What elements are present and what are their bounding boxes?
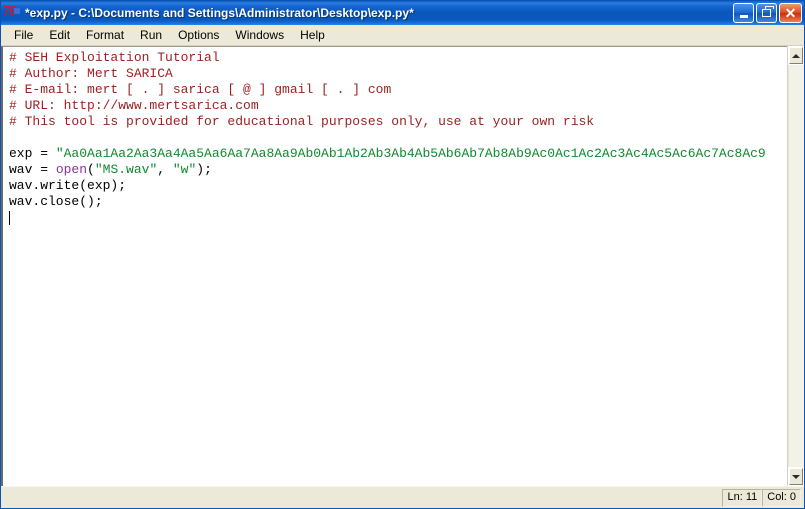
code-statement: wav.write(exp); — [9, 178, 127, 193]
code-comment: # E-mail: mert [ . ] sarica [ @ ] gmail … — [9, 82, 392, 97]
code-comment: # URL: http://www.mertsarica.com — [9, 98, 259, 113]
scroll-up-button[interactable] — [789, 47, 803, 64]
status-line-number: Ln: 11 — [722, 488, 763, 507]
code-string-arg1: "MS.wav" — [94, 162, 158, 177]
menu-bar: File Edit Format Run Options Windows Hel… — [1, 25, 804, 46]
menu-item-help[interactable]: Help — [292, 26, 333, 45]
window-title: *exp.py - C:\Documents and Settings\Admi… — [25, 6, 414, 20]
code-assign-prefix: exp = — [9, 146, 56, 161]
scroll-down-arrow-icon — [792, 474, 800, 479]
editor-area: # SEH Exploitation Tutorial # Author: Me… — [1, 46, 804, 486]
menu-item-edit[interactable]: Edit — [41, 26, 78, 45]
status-bar: Ln: 11 Col: 0 — [1, 486, 804, 508]
menu-item-windows[interactable]: Windows — [227, 26, 292, 45]
code-statement: wav.close(); — [9, 194, 103, 209]
text-caret — [9, 211, 10, 225]
code-line: # SEH Exploitation Tutorial — [5, 50, 787, 66]
code-line: wav.write(exp); — [5, 178, 787, 194]
menu-item-file[interactable]: File — [6, 26, 41, 45]
code-string-arg2: "w" — [172, 162, 197, 177]
code-assign-prefix: wav = — [9, 162, 56, 177]
title-bar[interactable]: 76 *exp.py - C:\Documents and Settings\A… — [1, 1, 804, 25]
code-line: # E-mail: mert [ . ] sarica [ @ ] gmail … — [5, 82, 787, 98]
code-string-literal: "Aa0Aa1Aa2Aa3Aa4Aa5Aa6Aa7Aa8Aa9Ab0Ab1Ab2… — [55, 146, 766, 161]
code-comment: # Author: Mert SARICA — [9, 66, 173, 81]
scroll-up-arrow-icon — [792, 53, 800, 58]
scroll-down-button[interactable] — [789, 468, 803, 485]
status-column-number: Col: 0 — [762, 488, 801, 507]
code-line-suffix: ); — [196, 162, 212, 177]
code-line: # This tool is provided for educational … — [5, 114, 787, 130]
code-line: # URL: http://www.mertsarica.com — [5, 98, 787, 114]
code-line-current — [5, 210, 787, 226]
code-line: # Author: Mert SARICA — [5, 66, 787, 82]
idle-editor-window: 76 *exp.py - C:\Documents and Settings\A… — [0, 0, 805, 509]
code-arg-separator: , — [157, 162, 173, 177]
code-text-area[interactable]: # SEH Exploitation Tutorial # Author: Me… — [1, 46, 787, 486]
python-idle-icon: 76 — [3, 4, 21, 22]
code-line: wav.close(); — [5, 194, 787, 210]
minimize-icon — [739, 14, 748, 18]
scrollbar-track[interactable] — [788, 65, 804, 467]
code-paren-open: ( — [87, 162, 95, 177]
code-line: exp = "Aa0Aa1Aa2Aa3Aa4Aa5Aa6Aa7Aa8Aa9Ab0… — [5, 146, 787, 162]
menu-item-options[interactable]: Options — [170, 26, 227, 45]
code-comment: # SEH Exploitation Tutorial — [9, 50, 220, 65]
window-controls: ✕ — [733, 3, 802, 23]
vertical-scrollbar[interactable] — [787, 46, 804, 486]
code-comment: # This tool is provided for educational … — [9, 114, 595, 129]
close-icon: ✕ — [784, 4, 797, 21]
restore-button[interactable] — [756, 3, 777, 23]
minimize-button[interactable] — [733, 3, 754, 23]
restore-icon — [762, 6, 774, 17]
menu-item-run[interactable]: Run — [132, 26, 170, 45]
code-line: wav = open("MS.wav", "w"); — [5, 162, 787, 178]
close-button[interactable]: ✕ — [779, 3, 802, 23]
code-builtin-open: open — [55, 162, 88, 177]
menu-item-format[interactable]: Format — [78, 26, 132, 45]
